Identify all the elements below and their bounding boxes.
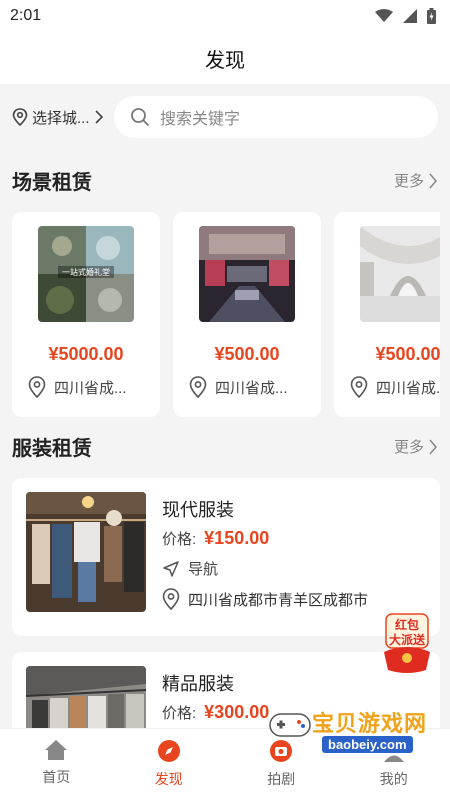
clothing-image bbox=[26, 492, 146, 612]
clothing-name: 精品服装 bbox=[162, 674, 234, 694]
venue-location: 四川省成... bbox=[189, 376, 288, 398]
venue-price: ¥5000.00 bbox=[48, 344, 124, 364]
bottom-tab-bar: 首页 发现 拍剧 我的 bbox=[0, 728, 450, 800]
clothing-image bbox=[26, 666, 146, 728]
venue-card[interactable]: ¥500.00 四川省成... bbox=[173, 212, 321, 417]
clothing-address-text: 四川省成都市青羊区成都市 bbox=[188, 591, 369, 609]
status-icons bbox=[375, 8, 436, 24]
venue-card[interactable]: ¥500.00 四川省成... bbox=[334, 212, 440, 417]
venue-image-caption: 一站式婚礼堂 bbox=[62, 268, 110, 277]
location-pin-icon bbox=[189, 376, 207, 398]
venue-price: ¥500.00 bbox=[375, 344, 440, 364]
location-pin-icon bbox=[12, 108, 28, 126]
status-time: 2:01 bbox=[10, 7, 42, 24]
clothing-price: ¥150.00 bbox=[204, 528, 270, 548]
user-icon bbox=[383, 742, 404, 762]
clothing-name: 现代服装 bbox=[162, 500, 234, 520]
venue-card[interactable]: 一站式婚礼堂 ¥5000.00 四川省成... bbox=[12, 212, 160, 417]
venue-price: ¥500.00 bbox=[214, 344, 280, 364]
more-label: 更多 bbox=[393, 439, 424, 456]
home-icon bbox=[45, 740, 68, 760]
venue-location-text: 四川省成... bbox=[376, 379, 440, 397]
header: 发现 bbox=[0, 32, 450, 84]
city-selector[interactable]: 选择城... bbox=[12, 107, 112, 128]
navigate-link[interactable]: 导航 bbox=[162, 558, 218, 579]
search-row: 选择城... 搜索关键字 bbox=[0, 92, 450, 142]
clothing-more-link[interactable]: 更多 bbox=[394, 436, 438, 457]
search-input[interactable]: 搜索关键字 bbox=[114, 96, 438, 138]
navigate-label: 导航 bbox=[188, 561, 219, 578]
venue-section-header: 场景租赁 更多 bbox=[12, 166, 438, 195]
clothing-card[interactable]: 现代服装 价格: ¥150.00 导航 四川省成都市青羊区成都市 bbox=[12, 478, 440, 636]
tab-label: 发现 bbox=[154, 771, 183, 787]
chevron-right-icon bbox=[94, 110, 103, 124]
camera-icon bbox=[270, 740, 293, 762]
chevron-right-icon bbox=[429, 173, 437, 188]
venue-location-text: 四川省成... bbox=[215, 379, 288, 397]
tab-label: 首页 bbox=[42, 769, 71, 785]
status-bar: 2:01 bbox=[0, 0, 450, 32]
tab-label: 我的 bbox=[379, 771, 408, 787]
venue-location-text: 四川省成... bbox=[54, 379, 127, 397]
wifi-icon bbox=[375, 9, 393, 22]
navigation-arrow-icon bbox=[163, 560, 179, 577]
venue-location: 四川省成... bbox=[350, 376, 440, 398]
red-packet-line2: 大派送 bbox=[388, 633, 425, 647]
clothing-section-title: 服装租赁 bbox=[12, 438, 92, 460]
venue-image bbox=[360, 226, 440, 322]
tab-home[interactable]: 首页 bbox=[0, 729, 113, 800]
tab-discover[interactable]: 发现 bbox=[113, 729, 226, 800]
venue-section-title: 场景租赁 bbox=[12, 172, 92, 194]
venue-more-link[interactable]: 更多 bbox=[394, 170, 438, 191]
clothing-price-row: 价格: ¥300.00 bbox=[162, 702, 269, 723]
city-label: 选择城... bbox=[32, 109, 90, 127]
clothing-section-header: 服装租赁 更多 bbox=[12, 432, 438, 461]
tab-label: 拍剧 bbox=[267, 771, 296, 787]
red-packet-badge[interactable]: 红包 大派送 bbox=[380, 612, 434, 674]
price-label: 价格: bbox=[162, 531, 197, 548]
search-icon bbox=[131, 108, 150, 127]
search-placeholder: 搜索关键字 bbox=[160, 111, 241, 128]
chevron-right-icon bbox=[429, 439, 437, 454]
signal-icon bbox=[403, 9, 417, 23]
tab-mine[interactable]: 我的 bbox=[338, 729, 450, 800]
more-label: 更多 bbox=[393, 173, 424, 190]
battery-icon bbox=[427, 8, 436, 24]
page-title: 发现 bbox=[205, 49, 245, 72]
clothing-price-row: 价格: ¥150.00 bbox=[162, 528, 269, 549]
price-label: 价格: bbox=[162, 705, 197, 722]
location-pin-icon bbox=[28, 376, 46, 398]
venue-list: 一站式婚礼堂 ¥5000.00 四川省成... ¥500.00 四川省成... bbox=[12, 212, 440, 418]
location-pin-icon bbox=[350, 376, 368, 398]
venue-location: 四川省成... bbox=[28, 376, 127, 398]
location-pin-icon bbox=[162, 588, 180, 610]
tab-shoot[interactable]: 拍剧 bbox=[225, 729, 338, 800]
clothing-card[interactable]: 精品服装 价格: ¥300.00 bbox=[12, 652, 440, 728]
compass-icon bbox=[157, 740, 180, 762]
clothing-price: ¥300.00 bbox=[204, 702, 270, 722]
clothing-address: 四川省成都市青羊区成都市 bbox=[162, 588, 368, 610]
venue-image: 一站式婚礼堂 bbox=[38, 226, 134, 322]
venue-image bbox=[199, 226, 295, 322]
